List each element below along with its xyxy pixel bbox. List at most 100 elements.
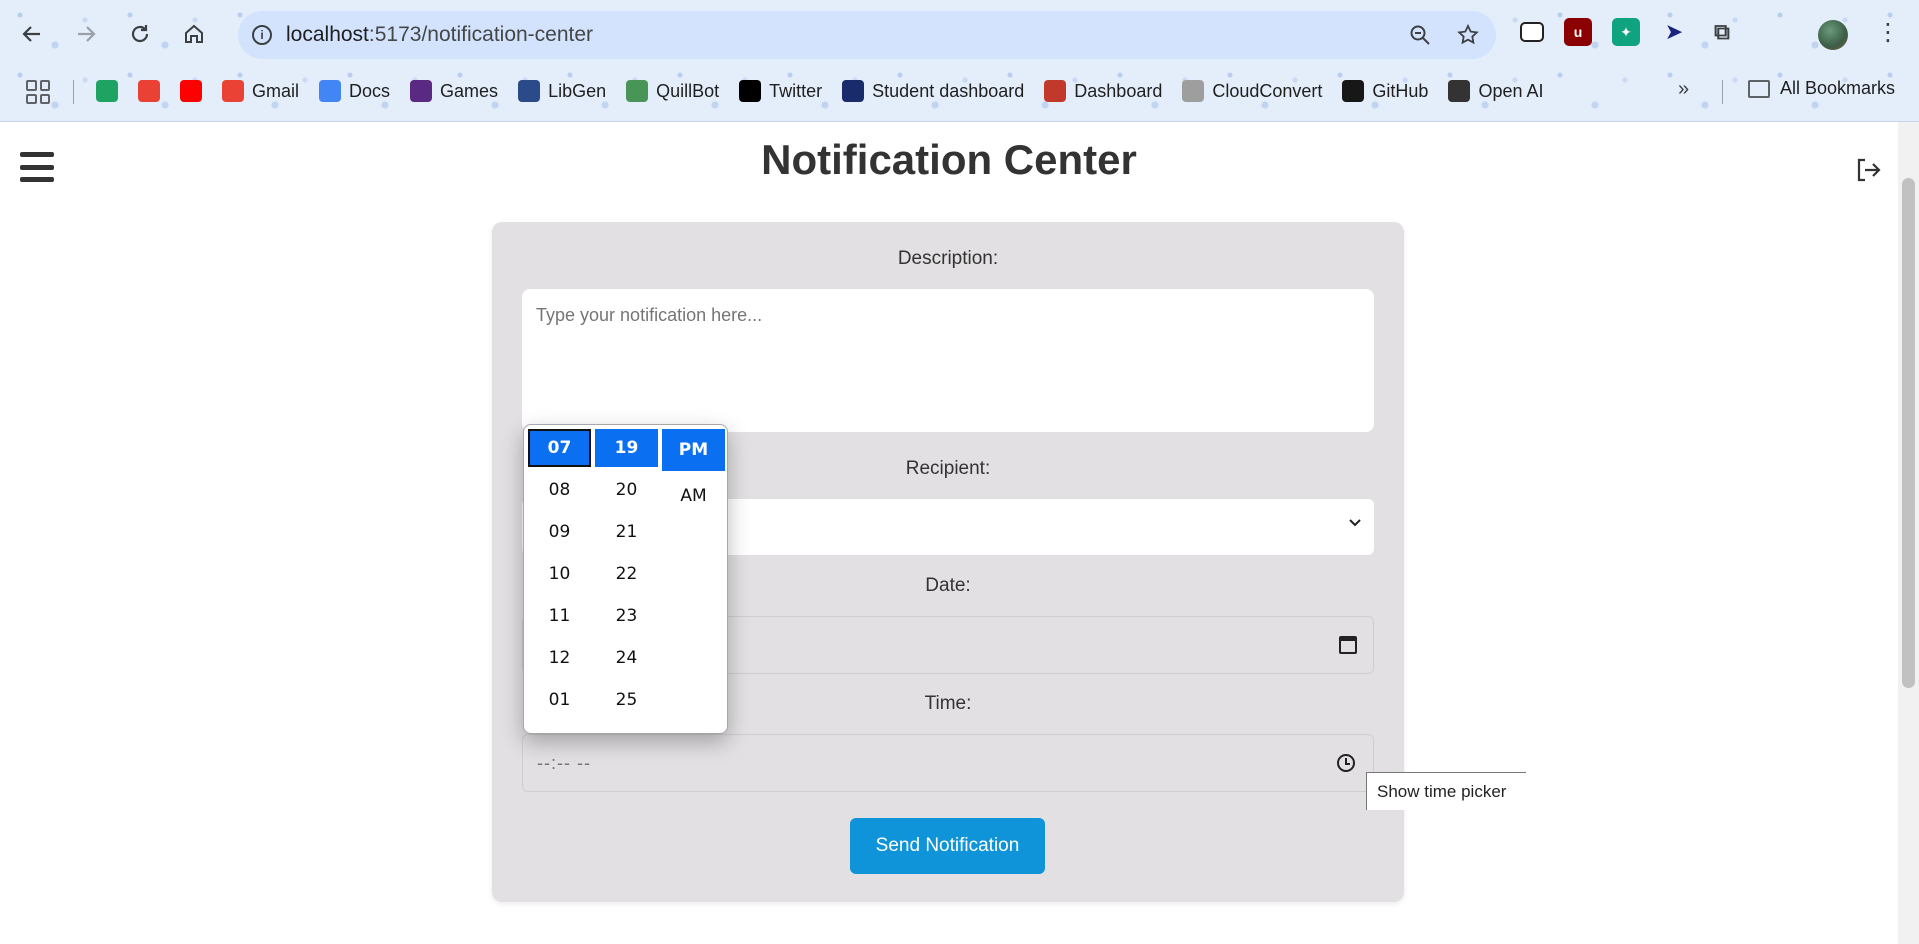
send-notification-button[interactable]: Send Notification xyxy=(850,818,1045,874)
back-button[interactable] xyxy=(14,16,50,52)
hour-option[interactable]: 12 xyxy=(528,639,591,677)
logout-icon[interactable] xyxy=(1854,156,1882,184)
minute-option[interactable]: 23 xyxy=(595,597,658,635)
bookmark-item[interactable]: Twitter xyxy=(739,80,822,102)
bookmark-item[interactable]: Games xyxy=(410,80,498,102)
bookmark-divider xyxy=(1722,80,1723,104)
bookmark-label: QuillBot xyxy=(656,80,720,101)
bookmarks-bar: Gmail Docs Games LibGen QuillBot Twitter Stude… xyxy=(96,74,1919,108)
docs-icon xyxy=(319,80,342,102)
browser-chrome: i localhost:5173/notification-center u ✦… xyxy=(0,0,1919,122)
url-host: localhost xyxy=(286,23,369,46)
address-bar[interactable]: i localhost:5173/notification-center xyxy=(238,11,1496,59)
meridiem-column[interactable]: PM AM xyxy=(662,429,725,521)
apps-grid-icon[interactable] xyxy=(26,80,50,104)
home-button[interactable] xyxy=(176,16,212,52)
bookmark-label: Dashboard xyxy=(1074,80,1163,101)
chatgpt-extension-icon[interactable]: ✦ xyxy=(1612,18,1640,46)
hour-option[interactable]: 09 xyxy=(528,513,591,551)
description-placeholder: Type your notification here... xyxy=(536,305,763,325)
rainbow-icon xyxy=(138,80,160,102)
bookmark-item[interactable]: Docs xyxy=(319,80,390,102)
bookmark-item[interactable]: LibGen xyxy=(518,80,606,102)
bookmark-item[interactable]: Dashboard xyxy=(1044,80,1162,102)
ublock-icon[interactable]: u xyxy=(1564,18,1592,46)
bookmark-label: Student dashboard xyxy=(872,80,1025,101)
extensions-puzzle-icon[interactable]: ⧉ xyxy=(1708,18,1736,46)
calendar-icon[interactable] xyxy=(1339,636,1357,654)
profile-avatar[interactable] xyxy=(1818,20,1848,50)
description-textarea[interactable]: Type your notification here... xyxy=(522,289,1374,432)
bookmark-label: Twitter xyxy=(769,80,823,101)
hour-option[interactable]: 11 xyxy=(528,597,591,635)
cursor-extension-icon[interactable]: ➤ xyxy=(1660,18,1688,46)
scrollbar-thumb[interactable] xyxy=(1902,178,1915,688)
arrow-left-icon xyxy=(22,26,40,42)
bookmark-item[interactable]: CloudConvert xyxy=(1182,80,1322,102)
hour-option[interactable]: 10 xyxy=(528,555,591,593)
zoom-icon[interactable] xyxy=(1408,23,1432,47)
bookmark-label: CloudConvert xyxy=(1212,80,1323,101)
time-input-value: --:-- -- xyxy=(537,753,591,773)
google-drive-icon xyxy=(96,80,118,102)
bookmark-label: Gmail xyxy=(252,80,300,101)
folder-icon xyxy=(1748,79,1770,98)
bookmark-divider xyxy=(73,80,74,104)
minute-option[interactable]: 25 xyxy=(595,681,658,719)
arrow-right-icon xyxy=(78,26,96,42)
cloudconvert-icon xyxy=(1182,80,1205,102)
hour-column[interactable]: 07 08 09 10 11 12 01 xyxy=(528,429,591,723)
youtube-icon xyxy=(180,80,202,102)
bookmark-item[interactable]: Open AI xyxy=(1448,80,1544,102)
app-page: Notification Center Description: Type yo… xyxy=(0,122,1898,944)
bookmark-item[interactable] xyxy=(180,80,202,102)
reload-button[interactable] xyxy=(122,16,158,52)
clock-icon[interactable] xyxy=(1337,754,1355,772)
bookmark-item[interactable]: Gmail xyxy=(222,80,299,102)
bookmark-label: Docs xyxy=(349,80,391,101)
site-info-icon[interactable]: i xyxy=(252,25,272,45)
bookmark-star-icon[interactable] xyxy=(1456,23,1480,47)
bookmark-item[interactable] xyxy=(138,80,160,102)
libgen-icon xyxy=(518,80,541,102)
bookmark-label: GitHub xyxy=(1372,80,1429,101)
home-icon xyxy=(185,24,203,43)
time-input[interactable]: --:-- -- xyxy=(522,734,1374,792)
hour-option[interactable]: 07 xyxy=(528,429,591,467)
bookmark-label: Open AI xyxy=(1478,80,1544,101)
bookmark-label: LibGen xyxy=(548,80,607,101)
minute-option[interactable]: 24 xyxy=(595,639,658,677)
x-icon xyxy=(739,80,762,102)
minute-option[interactable]: 19 xyxy=(595,429,658,467)
browser-menu-icon[interactable]: ⋮ xyxy=(1876,18,1900,48)
bookmark-item[interactable]: GitHub xyxy=(1342,80,1428,102)
minute-option[interactable]: 21 xyxy=(595,513,658,551)
url-text[interactable]: localhost:5173/notification-center xyxy=(286,23,593,47)
hour-option[interactable]: 08 xyxy=(528,471,591,509)
github-icon xyxy=(1342,80,1365,102)
reload-icon xyxy=(131,25,149,43)
bookmark-item[interactable] xyxy=(96,80,118,102)
openai-icon xyxy=(1448,80,1471,102)
all-bookmarks-label: All Bookmarks xyxy=(1780,78,1896,98)
all-bookmarks-button[interactable]: All Bookmarks xyxy=(1748,78,1895,99)
forward-button[interactable] xyxy=(68,16,104,52)
page-scrollbar[interactable] xyxy=(1898,122,1919,944)
more-bookmarks-icon[interactable]: » xyxy=(1678,78,1689,101)
minute-option[interactable]: 22 xyxy=(595,555,658,593)
bookmark-item[interactable]: Student dashboard xyxy=(842,80,1024,102)
hour-option[interactable]: 01 xyxy=(528,681,591,719)
chevron-down-icon xyxy=(1349,519,1361,527)
bookmark-item[interactable]: QuillBot xyxy=(626,80,719,102)
meridiem-option[interactable]: AM xyxy=(662,475,725,517)
games-icon xyxy=(410,80,433,102)
meridiem-option[interactable]: PM xyxy=(662,429,725,471)
time-picker-popup: 07 08 09 10 11 12 01 19 20 21 22 23 24 25 PM AM xyxy=(523,424,728,734)
description-label: Description: xyxy=(897,248,999,269)
time-picker-tooltip: Show time picker xyxy=(1366,772,1526,810)
minute-option[interactable]: 20 xyxy=(595,471,658,509)
quillbot-icon xyxy=(626,80,649,102)
minute-column[interactable]: 19 20 21 22 23 24 25 xyxy=(595,429,658,723)
picture-in-picture-icon[interactable] xyxy=(1520,22,1544,42)
bookmark-label: Games xyxy=(440,80,499,101)
